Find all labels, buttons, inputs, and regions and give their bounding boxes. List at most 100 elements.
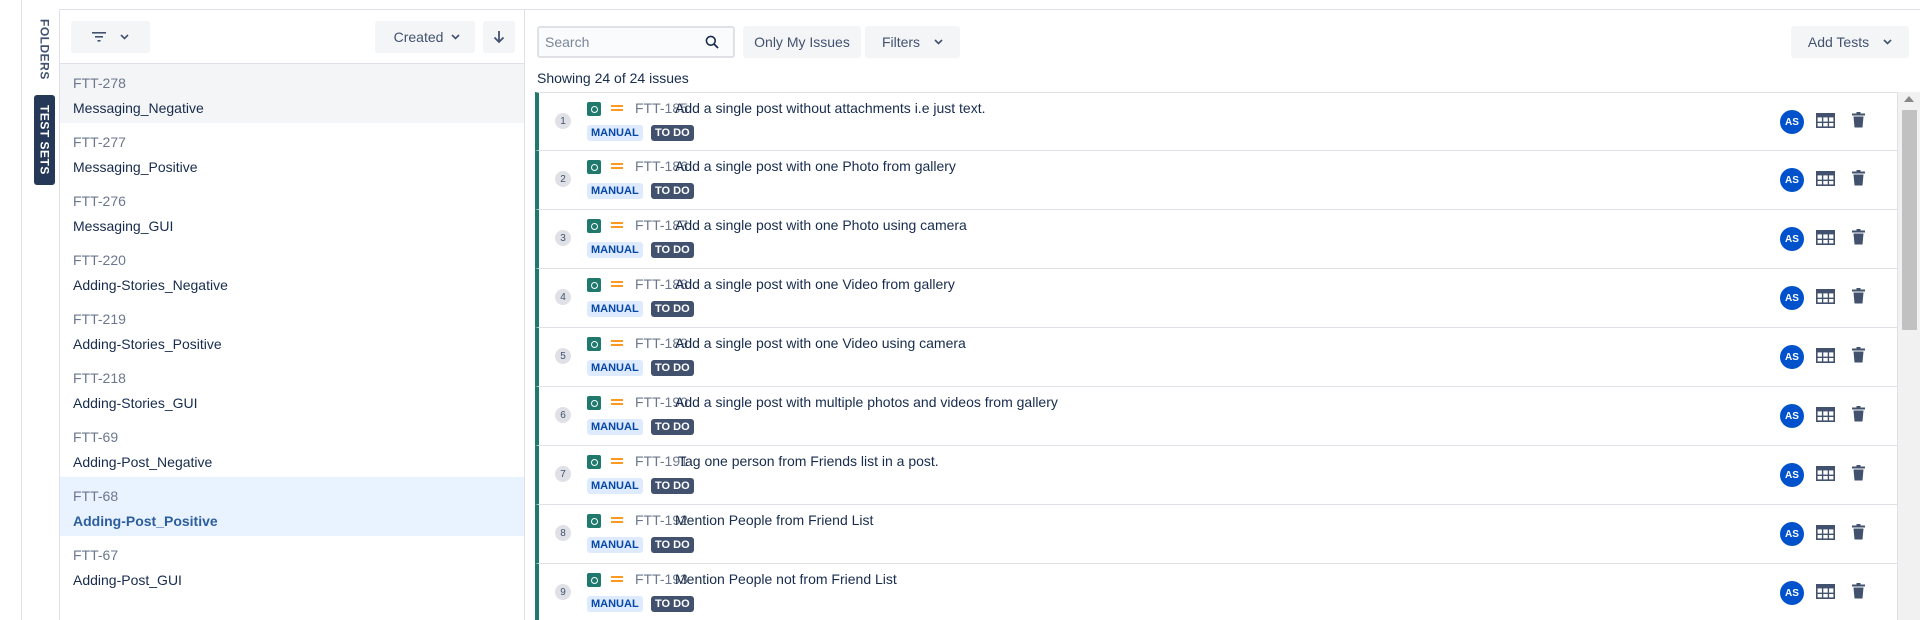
- status-lozenge: TO DO: [651, 360, 694, 376]
- trash-icon[interactable]: [1852, 229, 1865, 245]
- issue-summary[interactable]: Mention People not from Friend List: [675, 571, 897, 587]
- search-icon[interactable]: [705, 35, 719, 49]
- status-lozenge: TO DO: [651, 301, 694, 317]
- assignee-avatar[interactable]: AS: [1780, 581, 1804, 605]
- test-set-key: FTT-278: [73, 75, 126, 91]
- test-type-icon: [587, 102, 601, 116]
- scroll-up-arrow-icon[interactable]: [1904, 96, 1914, 102]
- issue-row[interactable]: 1 FTT-185 Add a single post without attach…: [535, 92, 1897, 151]
- priority-medium-icon: [611, 338, 623, 348]
- issue-list: 1 FTT-185 Add a single post without attach…: [535, 92, 1897, 620]
- issue-row[interactable]: 4 FTT-188 Add a single post with one Video…: [535, 269, 1897, 328]
- table-icon[interactable]: [1816, 407, 1835, 422]
- issue-summary[interactable]: Tag one person from Friends list in a po…: [678, 453, 939, 469]
- assignee-avatar[interactable]: AS: [1780, 227, 1804, 251]
- only-my-issues-label: Only My Issues: [754, 34, 850, 50]
- test-set-item[interactable]: FTT-69 Adding-Post_Negative: [60, 418, 524, 477]
- issue-row[interactable]: 5 FTT-189 Add a single post with one Video…: [535, 328, 1897, 387]
- assignee-avatar[interactable]: AS: [1780, 286, 1804, 310]
- rank-badge: 5: [555, 348, 571, 364]
- status-lozenge: TO DO: [651, 537, 694, 553]
- trash-icon[interactable]: [1852, 170, 1865, 186]
- rank-badge: 1: [555, 113, 571, 129]
- sort-direction-button[interactable]: [483, 21, 515, 53]
- trash-icon[interactable]: [1852, 288, 1865, 304]
- issue-row[interactable]: 8 FTT-192 Mention People from Friend List M…: [535, 505, 1897, 564]
- add-tests-dropdown[interactable]: Add Tests: [1791, 26, 1909, 58]
- test-set-item[interactable]: FTT-67 Adding-Post_GUI: [60, 536, 524, 595]
- test-set-item[interactable]: FTT-278 Messaging_Negative: [60, 64, 524, 123]
- test-set-item[interactable]: FTT-219 Adding-Stories_Positive: [60, 300, 524, 359]
- trash-icon[interactable]: [1852, 524, 1865, 540]
- test-set-key: FTT-69: [73, 429, 119, 445]
- tab-folders[interactable]: FOLDERS: [34, 14, 55, 84]
- priority-medium-icon: [611, 574, 623, 584]
- test-set-item[interactable]: FTT-218 Adding-Stories_GUI: [60, 359, 524, 418]
- trash-icon[interactable]: [1852, 112, 1865, 128]
- test-type-lozenge: MANUAL: [587, 596, 643, 612]
- test-set-item[interactable]: FTT-68 Adding-Post_Positive: [60, 477, 524, 536]
- test-set-item[interactable]: FTT-276 Messaging_GUI: [60, 182, 524, 241]
- test-type-icon: [587, 219, 601, 233]
- table-icon[interactable]: [1816, 348, 1835, 363]
- assignee-avatar[interactable]: AS: [1780, 463, 1804, 487]
- priority-medium-icon: [611, 397, 623, 407]
- assignee-avatar[interactable]: AS: [1780, 345, 1804, 369]
- tab-test-sets[interactable]: TEST SETS: [34, 95, 55, 185]
- issue-summary[interactable]: Mention People from Friend List: [675, 512, 873, 528]
- table-icon[interactable]: [1816, 525, 1835, 540]
- test-type-lozenge: MANUAL: [587, 419, 643, 435]
- priority-medium-icon: [611, 279, 623, 289]
- issue-summary[interactable]: Add a single post with one Video from ga…: [675, 276, 955, 292]
- issue-row[interactable]: 9 FTT-193 Mention People not from Friend L…: [535, 564, 1897, 620]
- table-icon[interactable]: [1816, 171, 1835, 186]
- test-set-item[interactable]: FTT-277 Messaging_Positive: [60, 123, 524, 182]
- issue-summary[interactable]: Add a single post with one Photo from ga…: [675, 158, 956, 174]
- sort-field-dropdown[interactable]: Created: [375, 21, 475, 53]
- filters-label: Filters: [881, 34, 921, 50]
- table-icon[interactable]: [1816, 289, 1835, 304]
- issue-summary[interactable]: Add a single post with one Video using c…: [675, 335, 966, 351]
- issue-row[interactable]: 6 FTT-190 Add a single post with multiple …: [535, 387, 1897, 446]
- table-icon[interactable]: [1816, 466, 1835, 481]
- sort-field-label: Created: [393, 29, 444, 45]
- priority-medium-icon: [611, 161, 623, 171]
- table-icon[interactable]: [1816, 230, 1835, 245]
- rank-badge: 9: [555, 584, 571, 600]
- scrollbar[interactable]: [1897, 92, 1920, 620]
- assignee-avatar[interactable]: AS: [1780, 168, 1804, 192]
- assignee-avatar[interactable]: AS: [1780, 522, 1804, 546]
- test-set-name: Adding-Post_GUI: [73, 572, 182, 588]
- issue-summary[interactable]: Add a single post with one Photo using c…: [675, 217, 967, 233]
- table-icon[interactable]: [1816, 584, 1835, 599]
- vertical-tab-bar: FOLDERS TEST SETS: [22, 0, 59, 620]
- rank-badge: 6: [555, 407, 571, 423]
- search-input[interactable]: [545, 34, 705, 50]
- trash-icon[interactable]: [1852, 406, 1865, 422]
- filters-dropdown[interactable]: Filters: [865, 26, 960, 58]
- scrollbar-thumb[interactable]: [1902, 110, 1917, 330]
- trash-icon[interactable]: [1852, 347, 1865, 363]
- priority-medium-icon: [611, 220, 623, 230]
- only-my-issues-button[interactable]: Only My Issues: [743, 26, 861, 58]
- test-type-icon: [587, 573, 601, 587]
- chevron-down-icon: [1883, 39, 1892, 45]
- status-lozenge: TO DO: [651, 125, 694, 141]
- trash-icon[interactable]: [1852, 465, 1865, 481]
- chevron-down-icon: [451, 34, 460, 40]
- trash-icon[interactable]: [1852, 583, 1865, 599]
- filter-button[interactable]: [71, 21, 150, 53]
- issue-summary[interactable]: Add a single post with multiple photos a…: [675, 394, 1058, 410]
- table-icon[interactable]: [1816, 113, 1835, 128]
- issue-summary[interactable]: Add a single post without attachments i.…: [675, 100, 986, 116]
- test-set-item[interactable]: FTT-220 Adding-Stories_Negative: [60, 241, 524, 300]
- issue-row[interactable]: 3 FTT-187 Add a single post with one Photo…: [535, 210, 1897, 269]
- issue-row[interactable]: 7 FTT-191 Tag one person from Friends list…: [535, 446, 1897, 505]
- issues-toolbar: Only My Issues Filters Add Tests: [525, 10, 1920, 70]
- assignee-avatar[interactable]: AS: [1780, 404, 1804, 428]
- assignee-avatar[interactable]: AS: [1780, 110, 1804, 134]
- test-set-issues-panel: Only My Issues Filters Add Tests Showing…: [525, 9, 1920, 620]
- test-set-key: FTT-218: [73, 370, 126, 386]
- issue-row[interactable]: 2 FTT-186 Add a single post with one Photo…: [535, 151, 1897, 210]
- test-type-icon: [587, 396, 601, 410]
